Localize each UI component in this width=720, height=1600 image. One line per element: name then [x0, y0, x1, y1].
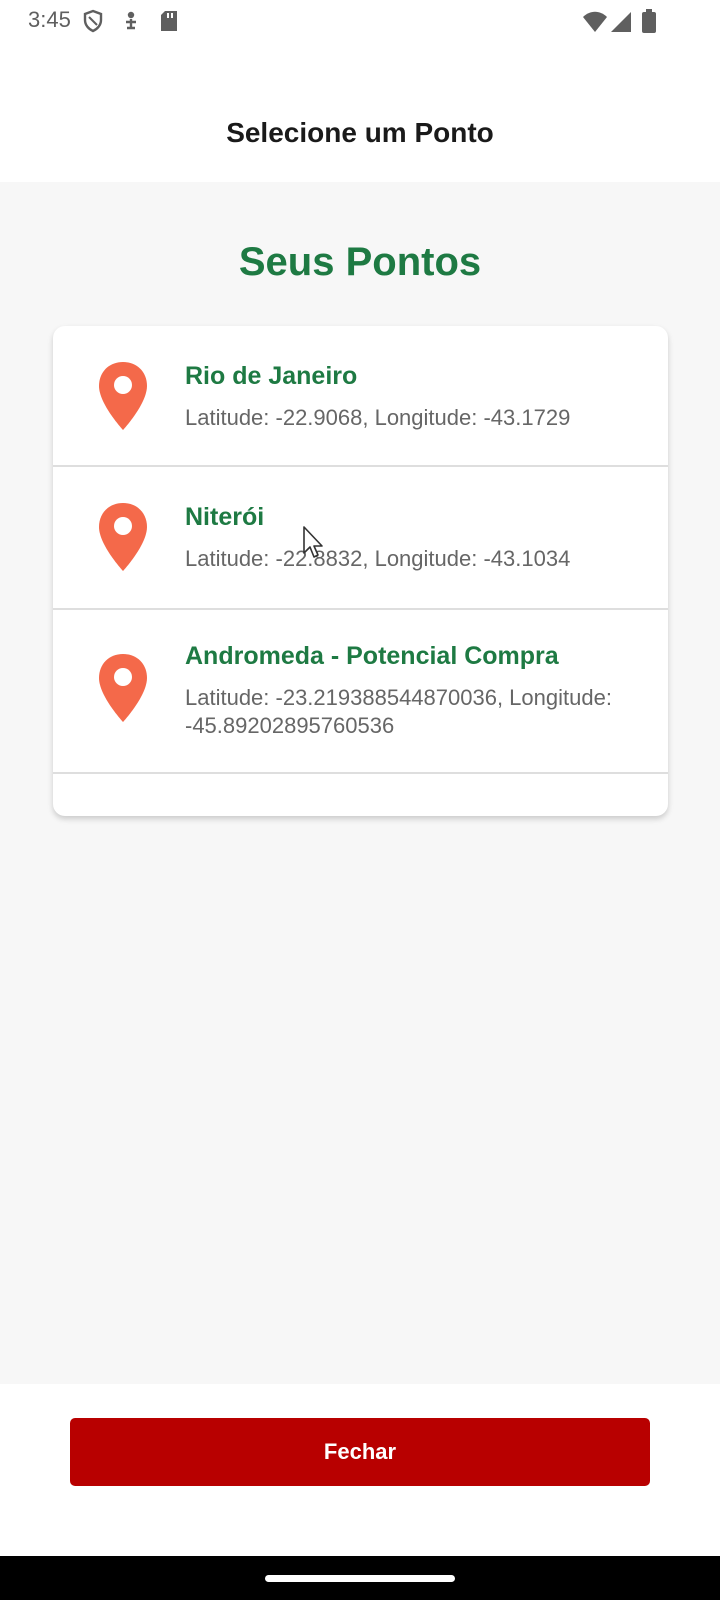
section-title: Seus Pontos [238, 240, 482, 284]
sd-card-icon [158, 9, 180, 38]
footer: Fechar [0, 1384, 720, 1556]
shield-icon [82, 9, 104, 38]
top-app-bar: Selecione um Ponto [0, 44, 720, 182]
home-handle[interactable] [265, 1575, 455, 1582]
point-coords: Latitude: -22.9068, Longitude: -43.1729 [185, 405, 571, 430]
location-pin-icon [97, 501, 149, 578]
battery-icon [642, 9, 656, 38]
status-time: 3:45 [28, 7, 71, 32]
navigation-bar [0, 1556, 720, 1600]
points-list: Rio de Janeiro Latitude: -22.9068, Longi… [53, 326, 668, 816]
point-coords: Latitude: -23.219388544870036, Longitude… [185, 685, 612, 738]
point-item-niteroi[interactable]: Niterói Latitude: -22.8832, Longitude: -… [53, 467, 668, 610]
content-area: Seus Pontos Rio de Janeiro Latitude: -22… [0, 182, 720, 1384]
mouse-cursor-icon [302, 525, 326, 564]
page-title: Selecione um Ponto [226, 117, 494, 148]
point-name: Niterói [185, 503, 265, 531]
close-button[interactable]: Fechar [70, 1418, 650, 1486]
point-name: Rio de Janeiro [185, 362, 358, 390]
point-item-rio-de-janeiro[interactable]: Rio de Janeiro Latitude: -22.9068, Longi… [53, 326, 668, 467]
person-icon [122, 9, 140, 38]
wifi-icon [582, 11, 608, 38]
signal-icon [610, 11, 632, 38]
point-item-andromeda[interactable]: Andromeda - Potencial Compra Latitude: -… [53, 610, 668, 774]
status-bar: 3:45 [0, 0, 720, 44]
location-pin-icon [97, 360, 149, 437]
point-name: Andromeda - Potencial Compra [185, 642, 559, 670]
location-pin-icon [97, 652, 149, 729]
point-coords: Latitude: -22.8832, Longitude: -43.1034 [185, 546, 571, 571]
